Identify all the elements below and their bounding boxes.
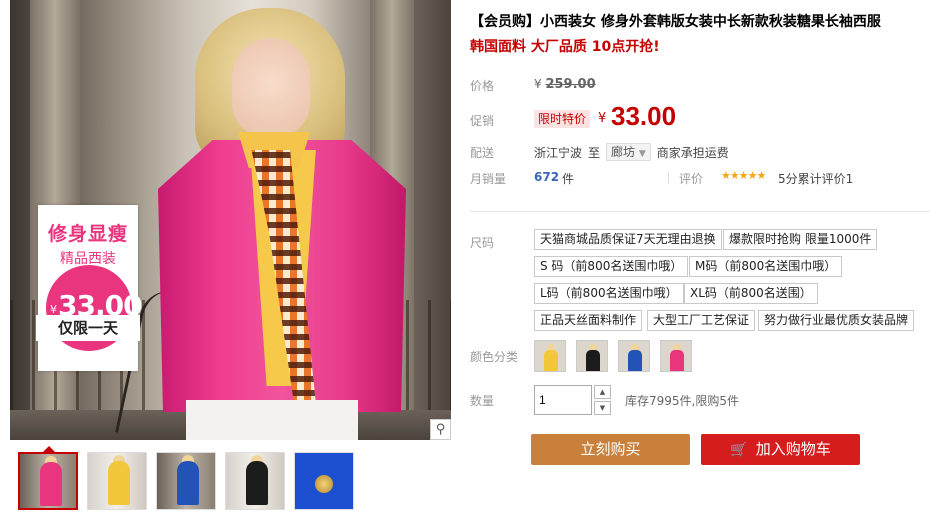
color-option-blue[interactable]: [618, 340, 650, 372]
size-option[interactable]: 爆款限时抢购 限量1000件: [723, 229, 878, 250]
color-options: [534, 340, 692, 372]
shipping-origin: 浙江宁波: [534, 145, 583, 160]
thumbnail-blue-blazer[interactable]: [156, 452, 216, 510]
product-title: 【会员购】小西装女 修身外套韩版女装中长新款秋装糖果长袖西服: [470, 14, 881, 30]
quantity-increase-button[interactable]: ▲: [594, 385, 611, 399]
promo-price-row: 促销 限时特价 ¥ 33.00: [470, 101, 930, 135]
cropped-row: [470, 508, 930, 518]
monthly-sales-label: 月销量: [470, 172, 507, 186]
thumbnail-pink-blazer[interactable]: [18, 452, 78, 510]
size-option[interactable]: 正品天丝面料制作: [534, 310, 643, 331]
rating-link[interactable]: 5分累计评价1: [778, 170, 853, 187]
original-price: ¥ 259.00: [534, 77, 596, 92]
size-option[interactable]: XL码（前800名送围）: [684, 283, 818, 304]
thumbnail-black-blazer[interactable]: [225, 452, 285, 510]
model-face: [232, 38, 310, 138]
quantity-label: 数量: [470, 394, 495, 408]
size-option[interactable]: S 码（前800名送围巾哦）: [534, 256, 689, 277]
size-option[interactable]: 大型工厂工艺保证: [647, 310, 756, 331]
original-price-currency: ¥: [534, 77, 542, 91]
thumbnail-strip: [18, 452, 354, 512]
main-product-image[interactable]: 修身显瘦 精品西装 ¥ 33.00 仅限一天: [10, 0, 451, 440]
sales-row: 月销量 672 件 评价 ★★★★★ 5分累计评价1: [470, 169, 930, 188]
price-currency: ¥: [598, 111, 607, 126]
magnifier-icon[interactable]: ⚲: [430, 419, 451, 440]
shipping-destination-value: 廊坊: [611, 145, 636, 159]
buy-now-label: 立刻购买: [580, 440, 641, 458]
thumbnail-button-closeup[interactable]: [294, 452, 354, 510]
shipping-to: 至: [588, 145, 601, 160]
buy-now-button[interactable]: 立刻购买: [531, 434, 690, 465]
shipping-info: 浙江宁波 至 廊坊 ▼ 商家承担运费: [534, 143, 729, 161]
stock-text: 库存7995件,限购5件: [625, 394, 739, 408]
shipping-label: 配送: [470, 146, 495, 160]
promo-band: 仅限一天: [36, 315, 140, 341]
cart-icon: 🛒: [730, 442, 748, 458]
monthly-sales-count: 672: [534, 170, 560, 184]
color-option-yellow[interactable]: [534, 340, 566, 372]
original-price-value: 259.00: [545, 77, 596, 92]
quantity-decrease-button[interactable]: ▼: [594, 401, 611, 415]
limit-time-tag: 限时特价: [534, 110, 591, 128]
size-option[interactable]: M码（前800名送围巾哦）: [689, 256, 843, 277]
add-to-cart-label: 加入购物车: [755, 440, 831, 458]
color-option-black[interactable]: [576, 340, 608, 372]
monthly-sales-unit: 件: [562, 172, 575, 186]
price-label: 价格: [470, 79, 495, 93]
color-option-pink[interactable]: [660, 340, 692, 372]
size-option[interactable]: L码（前800名送围巾哦）: [534, 283, 684, 304]
shipping-destination-select[interactable]: 廊坊 ▼: [606, 143, 651, 161]
promo-title: 修身显瘦: [47, 223, 128, 245]
color-label: 颜色分类: [470, 350, 519, 364]
section-divider: [470, 211, 930, 212]
rating-stars-icon: ★★★★★: [721, 169, 766, 182]
chevron-down-icon: ▼: [638, 149, 646, 159]
model-pants: [186, 400, 358, 440]
rating-label: 评价: [679, 172, 704, 186]
size-option[interactable]: 天猫商城品质保证7天无理由退换: [534, 229, 722, 250]
promo-price: 33.00: [611, 101, 677, 131]
shipping-note: 商家承担运费: [656, 145, 729, 160]
size-label: 尺码: [470, 236, 495, 250]
product-subtitle: 韩国面料 大厂品质 10点开抢!: [470, 39, 660, 55]
divider: [668, 172, 669, 184]
promo-label: 促销: [470, 114, 495, 128]
promo-card: 修身显瘦 精品西装 ¥ 33.00 仅限一天: [36, 205, 143, 371]
size-option[interactable]: 努力做行业最优质女装品牌: [758, 310, 915, 331]
add-to-cart-button[interactable]: 🛒 加入购物车: [701, 434, 860, 465]
quantity-input[interactable]: [534, 385, 592, 415]
thumbnail-yellow-blazer[interactable]: [87, 452, 147, 510]
